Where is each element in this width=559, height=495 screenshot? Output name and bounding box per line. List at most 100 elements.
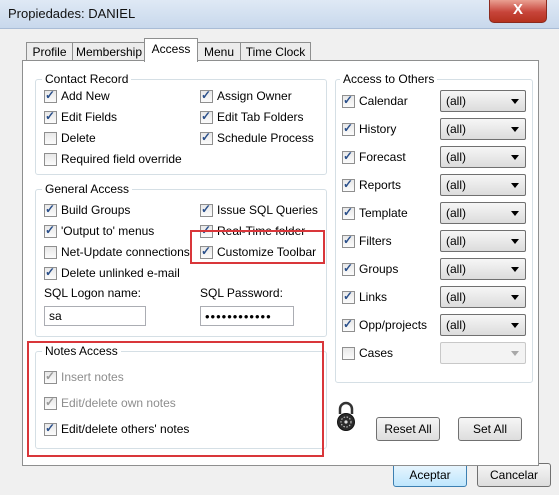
checkbox-label: Edit Fields (61, 110, 118, 124)
cases-checkbox[interactable]: Cases (342, 345, 393, 361)
close-button[interactable]: X (489, 0, 547, 23)
properties-dialog: Propiedades: DANIEL X Profile Membership… (0, 0, 559, 495)
build-groups-checkbox[interactable]: Build Groups (44, 202, 130, 218)
add-new-checkbox[interactable]: Add New (44, 88, 110, 104)
opp-projects-checkbox[interactable]: Opp/projects (342, 317, 427, 333)
tab-menu[interactable]: Menu (197, 42, 241, 61)
checkbox-box (44, 245, 57, 259)
links-checkbox[interactable]: Links (342, 289, 387, 305)
checkbox-label: Net-Update connections (61, 245, 190, 259)
forecast-checkbox[interactable]: Forecast (342, 149, 406, 165)
checkbox-label: Delete unlinked e-mail (61, 266, 180, 280)
checkbox-label: Schedule Process (217, 131, 314, 145)
chevron-down-icon (511, 239, 519, 244)
checkbox-label: Groups (359, 262, 399, 276)
checkbox-label: Forecast (359, 150, 406, 164)
padlock-icon[interactable] (335, 401, 357, 431)
template-access-select[interactable]: (all) (440, 202, 526, 224)
history-access-select[interactable]: (all) (440, 118, 526, 140)
reports-access-select[interactable]: (all) (440, 174, 526, 196)
issue-sql-queries-checkbox[interactable]: Issue SQL Queries (200, 202, 318, 218)
checkbox-box (342, 121, 355, 136)
select-value: (all) (446, 150, 466, 164)
schedule-process-checkbox[interactable]: Schedule Process (200, 130, 314, 146)
window-title: Propiedades: DANIEL (8, 6, 136, 21)
accept-button[interactable]: Aceptar (393, 463, 467, 487)
checkbox-label: Filters (359, 234, 392, 248)
chevron-down-icon (511, 99, 519, 104)
filters-checkbox[interactable]: Filters (342, 233, 392, 249)
tab-label: Menu (203, 45, 235, 59)
set-all-button[interactable]: Set All (458, 417, 522, 441)
forecast-access-select[interactable]: (all) (440, 146, 526, 168)
net-update-connections-checkbox[interactable]: Net-Update connections (44, 244, 190, 260)
checkbox-label: 'Output to' menus (61, 224, 155, 238)
tab-time-clock[interactable]: Time Clock (240, 42, 311, 61)
chevron-down-icon (511, 295, 519, 300)
checkbox-label: Links (359, 290, 388, 304)
sql-logon-input[interactable]: sa (44, 306, 146, 326)
checkbox-label: Opp/projects (359, 318, 428, 332)
group-title: Access to Others (340, 72, 438, 86)
tab-access[interactable]: Access (144, 38, 198, 62)
tab-label: Profile (32, 45, 67, 59)
tab-profile[interactable]: Profile (26, 42, 73, 61)
select-value: (all) (446, 178, 466, 192)
calendar-checkbox[interactable]: Calendar (342, 93, 408, 109)
checkbox-box (44, 88, 57, 103)
cancel-button[interactable]: Cancelar (477, 463, 551, 487)
sql-password-input[interactable]: •••••••••••• (200, 306, 294, 326)
cases-access-select[interactable] (440, 342, 526, 364)
checkbox-label: History (359, 122, 397, 136)
checkbox-box (44, 109, 57, 124)
chevron-down-icon (511, 267, 519, 272)
checkbox-box (342, 261, 355, 276)
checkbox-box (44, 223, 57, 238)
checkbox-box (44, 131, 57, 145)
checkbox-label: Reports (359, 178, 402, 192)
required-field-override-checkbox[interactable]: Required field override (44, 151, 182, 167)
edit-fields-checkbox[interactable]: Edit Fields (44, 109, 117, 125)
checkbox-label: Edit Tab Folders (217, 110, 304, 124)
checkbox-label: Build Groups (61, 203, 131, 217)
edit-tab-folders-checkbox[interactable]: Edit Tab Folders (200, 109, 304, 125)
checkbox-box (342, 346, 355, 360)
delete-unlinked-email-checkbox[interactable]: Delete unlinked e-mail (44, 265, 180, 281)
checkbox-box (200, 109, 213, 124)
calendar-access-select[interactable]: (all) (440, 90, 526, 112)
groups-checkbox[interactable]: Groups (342, 261, 398, 277)
tab-label: Access (151, 42, 191, 56)
select-value: (all) (446, 206, 466, 220)
checkbox-box (200, 130, 213, 145)
assign-owner-checkbox[interactable]: Assign Owner (200, 88, 292, 104)
button-label: Reset All (384, 422, 432, 436)
reset-all-button[interactable]: Reset All (376, 417, 440, 441)
history-checkbox[interactable]: History (342, 121, 396, 137)
checkbox-box (342, 149, 355, 164)
tab-membership[interactable]: Membership (72, 42, 146, 61)
checkbox-box (200, 88, 213, 103)
links-access-select[interactable]: (all) (440, 286, 526, 308)
checkbox-label: Delete (61, 131, 96, 145)
sql-password-label: SQL Password: (200, 286, 283, 300)
filters-access-select[interactable]: (all) (440, 230, 526, 252)
access-to-others-group: Access to Others Calendar (all) History … (335, 72, 533, 383)
reports-checkbox[interactable]: Reports (342, 177, 401, 193)
opp-projects-access-select[interactable]: (all) (440, 314, 526, 336)
button-label: Set All (472, 422, 508, 436)
checkbox-label: Template (359, 206, 408, 220)
checkbox-label: Required field override (61, 152, 182, 166)
template-checkbox[interactable]: Template (342, 205, 408, 221)
checkbox-label: Assign Owner (217, 89, 292, 103)
chevron-down-icon (511, 351, 519, 356)
button-label: Cancelar (489, 468, 539, 482)
select-value: (all) (446, 290, 466, 304)
checkbox-label: Calendar (359, 94, 408, 108)
delete-checkbox[interactable]: Delete (44, 130, 96, 146)
chevron-down-icon (511, 323, 519, 328)
checkbox-box (342, 233, 355, 248)
output-to-menus-checkbox[interactable]: 'Output to' menus (44, 223, 154, 239)
chevron-down-icon (511, 127, 519, 132)
checkbox-box (342, 317, 355, 332)
groups-access-select[interactable]: (all) (440, 258, 526, 280)
